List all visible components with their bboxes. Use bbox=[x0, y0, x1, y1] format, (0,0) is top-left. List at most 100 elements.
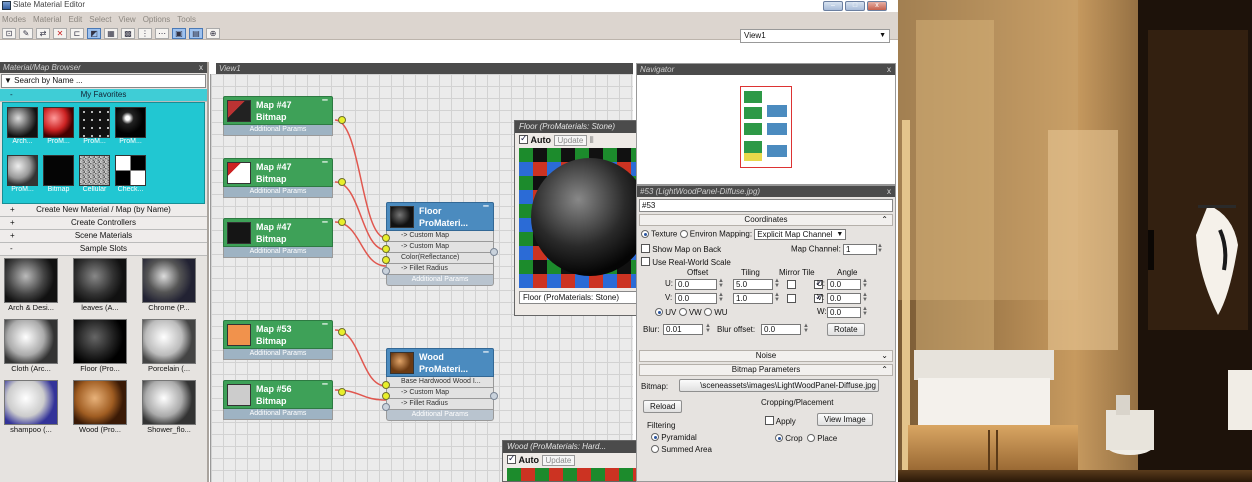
close-icon[interactable]: x bbox=[887, 186, 891, 197]
w-angle-field[interactable]: 0.0 bbox=[827, 307, 861, 318]
input-socket[interactable] bbox=[382, 392, 390, 400]
input-socket[interactable] bbox=[382, 234, 390, 242]
browser-close-icon[interactable]: x bbox=[199, 62, 203, 73]
favorite-slot[interactable]: ProM... bbox=[115, 107, 146, 145]
output-socket[interactable] bbox=[338, 328, 346, 336]
rollup-coordinates[interactable]: Coordinates ⌃ bbox=[639, 214, 893, 226]
auto-checkbox[interactable] bbox=[507, 453, 516, 464]
spinner-icon[interactable]: ▲ ▼ bbox=[877, 243, 884, 255]
input-slot[interactable]: -> Fillet Radius bbox=[386, 399, 494, 410]
sample-slot[interactable]: Arch & Desi... bbox=[2, 258, 60, 316]
output-socket[interactable] bbox=[338, 388, 346, 396]
pick-material-icon[interactable]: ⊡ bbox=[2, 28, 16, 39]
group-my-favorites[interactable]: - My Favorites bbox=[0, 89, 207, 102]
output-socket[interactable] bbox=[338, 116, 346, 124]
map-channel-field[interactable]: 1 bbox=[843, 244, 878, 255]
wood-material-node[interactable]: – Wood ProMateri... Base Hardwood Wood I..… bbox=[382, 346, 498, 421]
minimize-button[interactable]: – bbox=[823, 1, 843, 11]
output-socket[interactable] bbox=[490, 392, 498, 400]
spinner-icon[interactable]: ▲ ▼ bbox=[774, 292, 781, 304]
real-world-scale-checkbox[interactable] bbox=[641, 257, 650, 266]
input-socket[interactable] bbox=[382, 245, 390, 253]
input-socket[interactable] bbox=[382, 403, 390, 411]
favorite-slot[interactable]: Bitmap bbox=[43, 155, 74, 193]
blur-offset-field[interactable]: 0.0 bbox=[761, 324, 801, 335]
group-create-controllers[interactable]: + Create Controllers bbox=[0, 217, 207, 230]
uv-radio[interactable] bbox=[655, 308, 663, 316]
spinner-icon[interactable]: ▲ ▼ bbox=[862, 278, 869, 290]
input-socket[interactable] bbox=[382, 381, 390, 389]
favorite-slot[interactable]: Check... bbox=[115, 155, 146, 193]
input-socket[interactable] bbox=[382, 267, 390, 275]
sample-slot[interactable]: Shower_flo... bbox=[140, 380, 198, 438]
menu-view[interactable]: View bbox=[119, 15, 136, 24]
place-radio[interactable] bbox=[807, 434, 815, 442]
parameter-editor-icon[interactable]: ▤ bbox=[189, 28, 203, 39]
spinner-icon[interactable]: ▲ ▼ bbox=[718, 278, 725, 290]
input-slot[interactable]: -> Custom Map bbox=[386, 242, 494, 253]
eyedropper-icon[interactable]: ✎ bbox=[19, 28, 33, 39]
group-scene-materials[interactable]: + Scene Materials bbox=[0, 230, 207, 243]
spinner-icon[interactable]: ▲ ▼ bbox=[774, 278, 781, 290]
view-select-dropdown[interactable]: View1 ▼ bbox=[740, 29, 890, 43]
sample-slot[interactable]: Cloth (Arc... bbox=[2, 319, 60, 377]
auto-checkbox[interactable] bbox=[519, 133, 528, 144]
layout-children-icon[interactable]: ▣ bbox=[172, 28, 186, 39]
favorite-slot[interactable]: Cellular bbox=[79, 155, 110, 193]
group-create-new-material[interactable]: + Create New Material / Map (by Name) bbox=[0, 204, 207, 217]
update-button[interactable]: Update bbox=[541, 455, 576, 466]
menu-material[interactable]: Material bbox=[33, 15, 61, 24]
favorite-slot[interactable]: ProM... bbox=[43, 107, 74, 145]
menu-select[interactable]: Select bbox=[89, 15, 111, 24]
view-tab[interactable]: View1 bbox=[216, 63, 633, 74]
output-socket[interactable] bbox=[338, 178, 346, 186]
close-icon[interactable]: x bbox=[887, 64, 891, 75]
group-sample-slots[interactable]: - Sample Slots bbox=[0, 243, 207, 256]
sample-slot[interactable]: leaves (A... bbox=[71, 258, 129, 316]
pyramidal-radio[interactable] bbox=[651, 433, 659, 441]
show-map-icon[interactable]: ◩ bbox=[87, 28, 101, 39]
output-socket[interactable] bbox=[338, 218, 346, 226]
pin-icon[interactable]: ⫴ bbox=[590, 135, 594, 145]
input-slot[interactable]: -> Custom Map bbox=[386, 388, 494, 399]
reload-button[interactable]: Reload bbox=[643, 400, 683, 413]
environ-radio[interactable] bbox=[679, 229, 688, 238]
spinner-icon[interactable]: ▲ ▼ bbox=[718, 292, 725, 304]
close-button[interactable]: x bbox=[867, 1, 887, 11]
navigator-viewport[interactable] bbox=[740, 86, 792, 168]
favorite-slot[interactable]: ProM... bbox=[79, 107, 110, 145]
layout-horizontal-icon[interactable]: ⋯ bbox=[155, 28, 169, 39]
maximize-button[interactable]: □ bbox=[845, 1, 865, 11]
v-offset-field[interactable]: 0.0 bbox=[675, 293, 717, 304]
spinner-icon[interactable]: ▲ ▼ bbox=[862, 306, 869, 318]
search-input[interactable]: ▼ Search by Name ... bbox=[1, 74, 206, 88]
map-node[interactable]: – Map #53 Bitmap Additional Params bbox=[223, 318, 346, 360]
show-map-on-back-checkbox[interactable] bbox=[641, 244, 650, 253]
input-slot[interactable]: -> Fillet Radius bbox=[386, 264, 494, 275]
sample-slot[interactable]: Floor (Pro... bbox=[71, 319, 129, 377]
select-by-material-icon[interactable]: ⊕ bbox=[206, 28, 220, 39]
sample-slot[interactable]: Chrome (P... bbox=[140, 258, 198, 316]
blur-field[interactable]: 0.01 bbox=[663, 324, 703, 335]
spinner-icon[interactable]: ▲ ▼ bbox=[705, 323, 712, 335]
output-socket[interactable] bbox=[490, 248, 498, 256]
u-offset-field[interactable]: 0.0 bbox=[675, 279, 717, 290]
mapping-dropdown[interactable]: Explicit Map Channel ▼ bbox=[754, 229, 847, 240]
bitmap-path-button[interactable]: \sceneassets\images\LightWoodPanel-Diffu… bbox=[679, 379, 879, 392]
input-slot[interactable]: Base Hardwood Wood I... bbox=[386, 377, 494, 388]
u-angle-field[interactable]: 0.0 bbox=[827, 279, 861, 290]
favorite-slot[interactable]: Arch... bbox=[7, 107, 38, 145]
rollup-bitmap-parameters[interactable]: Bitmap Parameters ⌃ bbox=[639, 364, 893, 376]
vw-radio[interactable] bbox=[678, 308, 687, 316]
checker-icon[interactable]: ▩ bbox=[121, 28, 135, 39]
apply-checkbox[interactable] bbox=[765, 416, 774, 425]
delete-icon[interactable]: ✕ bbox=[53, 28, 67, 39]
map-node[interactable]: – Map #56 Bitmap Additional Params bbox=[223, 378, 346, 420]
map-name-field[interactable]: #53 bbox=[639, 199, 893, 212]
menu-tools[interactable]: Tools bbox=[177, 15, 196, 24]
floor-material-node[interactable]: – Floor ProMateri... -> Custom Map -> Cust… bbox=[382, 200, 498, 286]
assign-material-icon[interactable]: ⇄ bbox=[36, 28, 50, 39]
rollup-noise[interactable]: Noise ⌄ bbox=[639, 350, 893, 362]
input-slot[interactable]: Color(Reflectance) bbox=[386, 253, 494, 264]
map-node[interactable]: – Map #47 Bitmap Additional Params bbox=[223, 94, 346, 136]
